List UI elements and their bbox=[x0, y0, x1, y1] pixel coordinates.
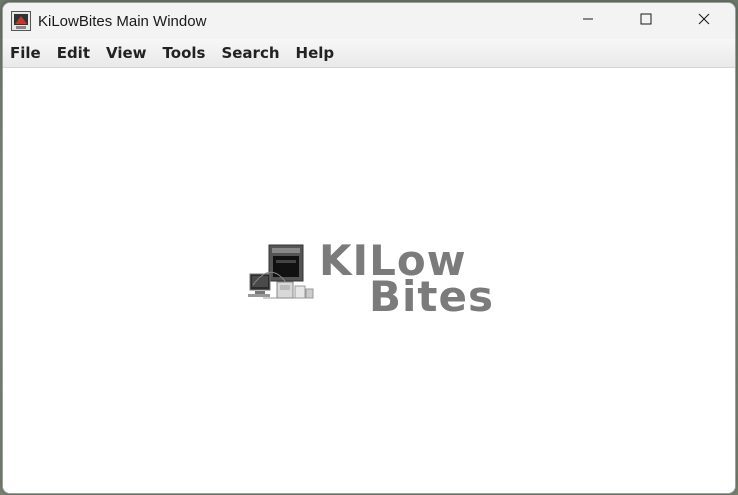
menu-file[interactable]: File bbox=[3, 39, 49, 67]
main-content-area: KILow Bites bbox=[3, 68, 735, 493]
minimize-icon bbox=[582, 12, 594, 30]
menu-search[interactable]: Search bbox=[213, 39, 287, 67]
window-title: KiLowBites Main Window bbox=[38, 13, 207, 30]
close-icon bbox=[698, 12, 710, 30]
minimize-button[interactable] bbox=[559, 3, 617, 39]
menu-view[interactable]: View bbox=[98, 39, 155, 67]
app-logo-icon[interactable] bbox=[11, 11, 31, 31]
menu-help[interactable]: Help bbox=[288, 39, 343, 67]
menu-edit[interactable]: Edit bbox=[49, 39, 98, 67]
kilowbites-logo: KILow Bites bbox=[243, 240, 503, 320]
main-window: KiLowBites Main Window File Edit View To… bbox=[2, 2, 736, 494]
title-bar[interactable]: KiLowBites Main Window bbox=[3, 3, 735, 39]
menu-bar: File Edit View Tools Search Help bbox=[3, 39, 735, 68]
menu-tools[interactable]: Tools bbox=[155, 39, 214, 67]
close-button[interactable] bbox=[675, 3, 733, 39]
kitchen-appliances-icon bbox=[243, 240, 319, 310]
maximize-icon bbox=[640, 12, 652, 30]
maximize-button[interactable] bbox=[617, 3, 675, 39]
logo-text-bites: Bites bbox=[369, 272, 494, 321]
